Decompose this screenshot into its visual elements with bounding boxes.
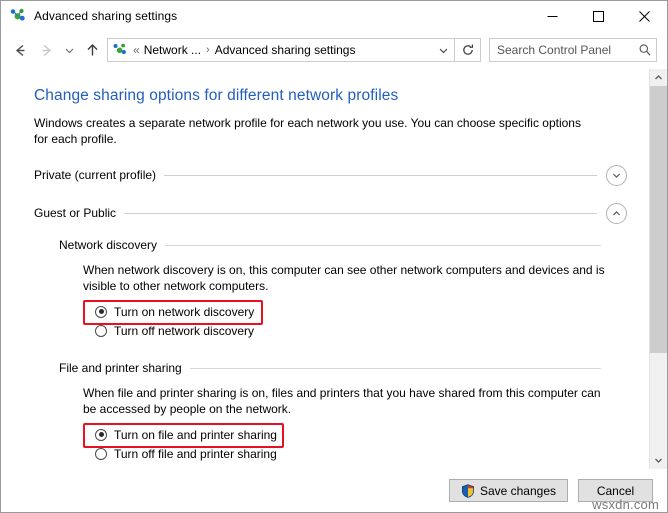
profile-divider xyxy=(164,174,597,176)
uac-shield-icon xyxy=(461,483,475,498)
network-icon xyxy=(9,7,27,25)
settings-panel: Change sharing options for different net… xyxy=(1,69,649,469)
profile-label-private: Private (current profile) xyxy=(34,168,157,182)
section-header: File and printer sharing xyxy=(59,359,627,377)
breadcrumb-overflow-icon[interactable]: « xyxy=(133,43,144,57)
profile-divider xyxy=(124,212,597,214)
scrollbar-thumb[interactable] xyxy=(650,86,667,354)
scroll-up-button[interactable] xyxy=(650,69,667,86)
window-controls xyxy=(529,1,667,31)
title-bar: Advanced sharing settings xyxy=(1,1,667,31)
radio-indicator[interactable] xyxy=(95,428,107,441)
navigation-bar: « Network ... › Advanced sharing setting… xyxy=(1,31,667,69)
radio-turn-off-file-and-printer-sharing[interactable]: Turn off file and printer sharing xyxy=(83,444,627,463)
radio-label: Turn on file and printer sharing xyxy=(114,427,277,442)
network-icon xyxy=(112,42,128,58)
radio-turn-on-network-discovery[interactable]: Turn on network discovery xyxy=(83,302,627,321)
breadcrumb-item-advanced-sharing-settings[interactable]: Advanced sharing settings xyxy=(215,43,356,57)
radio-group-file-and-printer-sharing: Turn on file and printer sharing Turn of… xyxy=(83,423,627,463)
dialog-footer: Save changes Cancel wsxdn.com xyxy=(1,469,667,512)
radio-turn-on-file-and-printer-sharing[interactable]: Turn on file and printer sharing xyxy=(83,425,627,444)
section-header: Network discovery xyxy=(59,236,627,254)
page-title: Change sharing options for different net… xyxy=(34,87,399,104)
window-title: Advanced sharing settings xyxy=(34,9,178,23)
section-divider xyxy=(189,367,601,369)
radio-label: Turn off network discovery xyxy=(114,323,255,338)
forward-button[interactable] xyxy=(33,37,59,63)
radio-turn-off-network-discovery[interactable]: Turn off network discovery xyxy=(83,321,627,340)
section-divider xyxy=(165,244,601,246)
section-title-file-and-printer-sharing: File and printer sharing xyxy=(59,361,182,375)
radio-indicator[interactable] xyxy=(95,447,107,460)
refresh-button[interactable] xyxy=(455,38,481,62)
scroll-down-button[interactable] xyxy=(650,452,667,469)
radio-indicator[interactable] xyxy=(95,324,107,337)
vertical-scrollbar[interactable] xyxy=(649,69,667,469)
search-input[interactable] xyxy=(490,43,634,57)
search-icon[interactable] xyxy=(634,43,656,57)
minimize-button[interactable] xyxy=(529,1,575,31)
radio-label: Turn off file and printer sharing xyxy=(114,446,277,461)
page-description: Windows creates a separate network profi… xyxy=(34,116,581,146)
breadcrumb-separator-icon: › xyxy=(206,44,210,56)
section-title-network-discovery: Network discovery xyxy=(59,238,158,252)
close-button[interactable] xyxy=(621,1,667,31)
chevron-down-icon[interactable] xyxy=(432,39,454,61)
breadcrumb-item-network[interactable]: Network ... xyxy=(144,43,201,57)
radio-label: Turn on network discovery xyxy=(114,304,255,319)
radio-indicator[interactable] xyxy=(95,305,107,318)
section-network-discovery: Network discovery When network discovery… xyxy=(59,236,627,340)
chevron-up-icon[interactable] xyxy=(606,202,627,224)
section-description-file-and-printer-sharing: When file and printer sharing is on, fil… xyxy=(83,386,601,416)
cancel-label: Cancel xyxy=(596,483,635,498)
search-box[interactable] xyxy=(489,38,657,62)
save-changes-button[interactable]: Save changes xyxy=(448,479,568,502)
profile-row-guest-or-public[interactable]: Guest or Public xyxy=(34,201,627,225)
watermark: wsxdn.com xyxy=(592,497,659,512)
back-button[interactable] xyxy=(7,37,33,63)
scrollbar-track[interactable] xyxy=(650,86,667,452)
chevron-down-icon[interactable] xyxy=(606,164,627,186)
radio-group-network-discovery: Turn on network discovery Turn off netwo… xyxy=(83,300,627,340)
address-bar[interactable]: « Network ... › Advanced sharing setting… xyxy=(107,38,455,62)
maximize-button[interactable] xyxy=(575,1,621,31)
advanced-sharing-settings-window: Advanced sharing settings « Network ... … xyxy=(0,0,668,513)
section-description-network-discovery: When network discovery is on, this compu… xyxy=(83,263,605,293)
profile-row-private[interactable]: Private (current profile) xyxy=(34,163,627,187)
recent-locations-button[interactable] xyxy=(59,37,79,63)
section-file-and-printer-sharing: File and printer sharing When file and p… xyxy=(59,359,627,463)
profile-label-guest-or-public: Guest or Public xyxy=(34,206,117,220)
up-button[interactable] xyxy=(79,37,105,63)
content-area: Change sharing options for different net… xyxy=(1,69,667,469)
save-changes-label: Save changes xyxy=(479,483,556,498)
